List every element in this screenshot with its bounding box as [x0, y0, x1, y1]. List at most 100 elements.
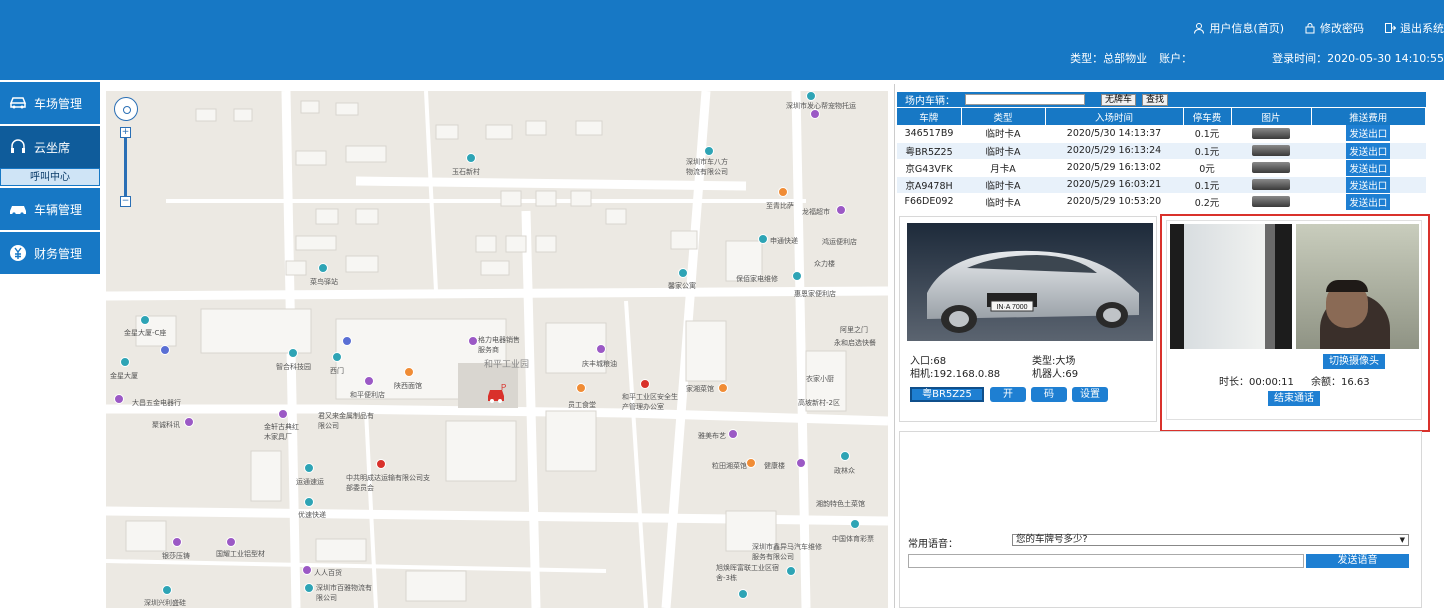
send-exit-button[interactable]: 发送出口	[1346, 125, 1391, 142]
poi-marker[interactable]	[342, 336, 352, 346]
camera-feed-right[interactable]	[1296, 224, 1419, 349]
zoom-in-button[interactable]: +	[120, 127, 131, 138]
poi-marker[interactable]	[596, 344, 606, 354]
code-button[interactable]: 码	[1031, 387, 1067, 402]
switch-camera-button[interactable]: 切换摄像头	[1323, 354, 1385, 369]
send-exit-button[interactable]: 发送出口	[1346, 176, 1391, 193]
send-exit-button[interactable]: 发送出口	[1346, 142, 1391, 159]
entry-car-photo[interactable]: IN·A 7000	[907, 223, 1153, 341]
poi-marker[interactable]	[728, 429, 738, 439]
map-label: 家湘菜馆	[686, 385, 714, 393]
poi-marker[interactable]	[576, 383, 586, 393]
poi-marker[interactable]	[836, 205, 846, 215]
poi-marker[interactable]	[162, 585, 172, 595]
car-thumbnail[interactable]	[1252, 145, 1290, 156]
time-cell: 2020/5/29 16:13:02	[1045, 159, 1183, 177]
voice-select[interactable]: 您的车牌号多少? ▼	[1012, 534, 1409, 546]
poi-marker[interactable]	[466, 153, 476, 163]
map-label: 深圳市车八方物流有限公司	[686, 158, 728, 176]
poi-marker[interactable]	[140, 315, 150, 325]
map-label: 深圳兴利盛硅	[144, 599, 186, 607]
user-info-link[interactable]: 用户信息(首页)	[1193, 20, 1284, 36]
poi-marker[interactable]	[810, 109, 820, 119]
column-header: 图片	[1231, 108, 1312, 125]
poi-marker[interactable]	[304, 583, 314, 593]
poi-marker[interactable]	[404, 367, 414, 377]
vehicle-search-input[interactable]	[965, 94, 1085, 105]
poi-marker[interactable]	[796, 458, 806, 468]
plate-cell: F66DE092	[897, 193, 961, 211]
poi-marker[interactable]	[114, 394, 124, 404]
table-row[interactable]: 京A9478H 临时卡A 2020/5/29 16:03:21 0.1元 发送出…	[897, 176, 1426, 194]
parking-car-marker-icon[interactable]: P	[486, 383, 508, 405]
sidebar-item-parking[interactable]: 车场管理	[0, 82, 100, 124]
map-label: 健康楼	[764, 462, 785, 470]
no-plate-button[interactable]: 无牌车	[1101, 93, 1137, 106]
zoom-slider[interactable]	[124, 138, 127, 196]
poi-marker[interactable]	[850, 519, 860, 529]
map-view[interactable]: 玉石新村 深圳市车八方物流有限公司 深圳市发心帮宠物托运 龙福超市 申通快递 保…	[106, 91, 888, 608]
poi-marker[interactable]	[184, 417, 194, 427]
sidebar-item-vehicle[interactable]: 车辆管理	[0, 188, 100, 230]
poi-marker[interactable]	[758, 234, 768, 244]
plate-cell: 粤BR5Z25	[897, 142, 961, 160]
poi-marker[interactable]	[288, 348, 298, 358]
poi-marker[interactable]	[746, 458, 756, 468]
table-row[interactable]: F66DE092 临时卡A 2020/5/29 10:53:20 0.2元 发送…	[897, 193, 1426, 211]
poi-marker[interactable]	[318, 263, 328, 273]
poi-marker[interactable]	[778, 187, 788, 197]
poi-marker[interactable]	[120, 357, 130, 367]
fee-cell: 0.2元	[1183, 193, 1231, 211]
camera-feed-left[interactable]	[1170, 224, 1292, 349]
end-call-button[interactable]: 结束通话	[1268, 391, 1320, 406]
logout-link[interactable]: 退出系统	[1384, 20, 1444, 36]
poi-marker[interactable]	[332, 352, 342, 362]
poi-marker[interactable]	[376, 459, 386, 469]
poi-marker[interactable]	[364, 376, 374, 386]
map-pan-control[interactable]	[114, 97, 138, 121]
poi-marker[interactable]	[468, 336, 478, 346]
poi-marker[interactable]	[840, 451, 850, 461]
sidebar-subitem-call-center[interactable]: 呼叫中心	[0, 168, 100, 186]
send-exit-button[interactable]: 发送出口	[1346, 159, 1391, 176]
poi-marker[interactable]	[226, 537, 236, 547]
query-button[interactable]: 查找	[1142, 93, 1169, 106]
call-balance: 余额：16.63	[1311, 377, 1370, 388]
svg-text:P: P	[501, 383, 506, 392]
poi-marker[interactable]	[278, 409, 288, 419]
change-password-link[interactable]: 修改密码	[1304, 20, 1364, 36]
poi-marker[interactable]	[304, 463, 314, 473]
type-cell: 月卡A	[961, 159, 1045, 177]
poi-marker[interactable]	[806, 91, 816, 101]
send-voice-button[interactable]: 发送语音	[1306, 554, 1409, 568]
send-exit-button[interactable]: 发送出口	[1346, 193, 1391, 210]
sidebar-item-cloud-seat[interactable]: 云坐席	[0, 126, 100, 168]
car-thumbnail[interactable]	[1252, 127, 1290, 139]
plate-field[interactable]: 粤BR5Z25	[910, 387, 984, 402]
poi-marker[interactable]	[792, 271, 802, 281]
poi-marker[interactable]	[160, 345, 170, 355]
poi-marker[interactable]	[678, 268, 688, 278]
poi-marker[interactable]	[718, 383, 728, 393]
table-row[interactable]: 京G43VFK 月卡A 2020/5/29 16:13:02 0元 发送出口	[897, 159, 1426, 177]
zoom-out-button[interactable]: −	[120, 196, 131, 207]
poi-marker[interactable]	[640, 379, 650, 389]
settings-button[interactable]: 设置	[1072, 387, 1108, 402]
car-plate-text: IN·A 7000	[996, 304, 1027, 311]
table-row[interactable]: 粤BR5Z25 临时卡A 2020/5/29 16:13:24 0.1元 发送出…	[897, 142, 1426, 160]
poi-marker[interactable]	[304, 497, 314, 507]
poi-marker[interactable]	[738, 589, 748, 599]
map-label: 阿里之门	[840, 326, 868, 334]
table-row[interactable]: 346517B9 临时卡A 2020/5/30 14:13:37 0.1元 发送…	[897, 125, 1426, 143]
car-thumbnail[interactable]	[1252, 196, 1290, 207]
poi-marker[interactable]	[172, 537, 182, 547]
poi-marker[interactable]	[704, 146, 714, 156]
car-thumbnail[interactable]	[1252, 162, 1290, 173]
open-gate-button[interactable]: 开	[990, 387, 1026, 402]
voice-text-input[interactable]	[908, 554, 1304, 568]
sidebar-item-finance[interactable]: 财务管理	[0, 232, 100, 274]
car-thumbnail[interactable]	[1252, 179, 1290, 190]
poi-marker[interactable]	[302, 565, 312, 575]
fee-cell: 0元	[1183, 159, 1231, 177]
poi-marker[interactable]	[786, 566, 796, 576]
